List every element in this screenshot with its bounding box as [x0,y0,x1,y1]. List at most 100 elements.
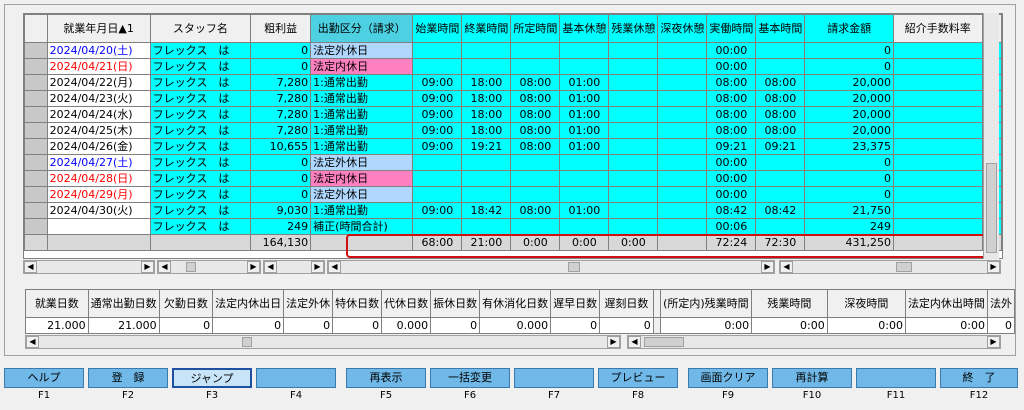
cell-date[interactable]: 2024/04/30(火) [46,202,151,219]
cell-selector[interactable] [24,218,48,235]
cell-start[interactable] [412,58,463,75]
scroll-right-icon[interactable]: ▶ [311,261,324,273]
cell-kubun[interactable]: 1:通常出勤 [310,74,414,91]
cell-date[interactable]: 2024/04/20(土) [46,42,151,59]
cell-kihon-break[interactable] [559,186,610,203]
fkey-button-f7[interactable] [514,368,594,388]
cell-date[interactable]: 2024/04/26(金) [46,138,151,155]
table-row[interactable]: 2024/04/27(土) フレックス は 0 法定外休日 00:00 0 [24,154,1002,171]
col-header-kihon-break[interactable]: 基本休憩 [559,14,610,43]
fkey-button-f3[interactable]: ジャンプ [172,368,252,388]
cell-end[interactable]: 18:00 [461,90,512,107]
cell-night-break[interactable] [657,42,708,59]
cell-selector[interactable] [24,138,48,155]
hscroll-profit[interactable]: ◀ ▶ [263,260,325,274]
cell-overtime-break[interactable] [608,202,659,219]
scroll-thumb[interactable] [896,262,912,272]
cell-fee-rate[interactable] [893,106,983,123]
cell-end[interactable] [461,218,512,235]
hscroll-summary-right[interactable]: ◀ ▶ [627,335,1001,349]
cell-date[interactable]: 2024/04/29(月) [46,186,151,203]
cell-kubun[interactable]: 1:通常出勤 [310,106,414,123]
cell-date[interactable]: 2024/04/24(水) [46,106,151,123]
cell-amount[interactable]: 21,750 [804,202,894,219]
table-row[interactable]: 2024/04/24(水) フレックス は 7,280 1:通常出勤 09:00 18:0… [24,106,1002,123]
table-row[interactable]: 2024/04/21(日) フレックス は 0 法定内休日 00:00 0 [24,58,1002,75]
cell-fee-rate[interactable] [893,202,983,219]
cell-overtime-break[interactable] [608,218,659,235]
fkey-button-f2[interactable]: 登 録 [88,368,168,388]
cell-start[interactable]: 09:00 [412,90,463,107]
cell-profit[interactable]: 0 [250,42,312,59]
cell-kubun[interactable]: 1:通常出勤 [310,90,414,107]
scroll-thumb[interactable] [644,337,684,347]
cell-amount[interactable]: 20,000 [804,106,894,123]
cell-overtime-break[interactable] [608,90,659,107]
cell-end[interactable] [461,42,512,59]
table-row[interactable]: 2024/04/23(火) フレックス は 7,280 1:通常出勤 09:00 18:0… [24,90,1002,107]
cell-kihon-break[interactable] [559,170,610,187]
cell-fee-rate[interactable] [893,170,983,187]
cell-kubun[interactable]: 法定外休日 [310,186,414,203]
cell-selector[interactable] [24,58,48,75]
fkey-button-f1[interactable]: ヘルプ [4,368,84,388]
scroll-left-icon[interactable]: ◀ [24,261,37,273]
cell-base-time[interactable] [755,170,806,187]
cell-end[interactable]: 18:00 [461,106,512,123]
cell-kubun[interactable]: 1:通常出勤 [310,138,414,155]
cell-base-time[interactable] [755,58,806,75]
cell-actual[interactable]: 00:00 [706,154,757,171]
scroll-thumb[interactable] [986,163,997,253]
scroll-left-icon[interactable]: ◀ [158,261,171,273]
cell-kihon-break[interactable]: 01:00 [559,74,610,91]
cell-shotei[interactable] [510,218,561,235]
fkey-button-f12[interactable]: 終 了 [940,368,1018,388]
cell-night-break[interactable] [657,58,708,75]
fkey-button-f4[interactable] [256,368,336,388]
scroll-right-icon[interactable]: ▶ [761,261,774,273]
cell-kihon-break[interactable] [559,42,610,59]
cell-overtime-break[interactable] [608,170,659,187]
cell-selector[interactable] [24,154,48,171]
scroll-right-icon[interactable]: ▶ [607,336,620,348]
fkey-button-f5[interactable]: 再表示 [346,368,426,388]
fkey-button-f10[interactable]: 再計算 [772,368,852,388]
cell-overtime-break[interactable] [608,154,659,171]
cell-shotei[interactable] [510,154,561,171]
cell-fee-rate[interactable] [893,58,983,75]
table-row[interactable]: 2024/04/25(木) フレックス は 7,280 1:通常出勤 09:00 18:0… [24,122,1002,139]
cell-selector[interactable] [24,74,48,91]
cell-kubun[interactable]: 1:通常出勤 [310,122,414,139]
cell-amount[interactable]: 0 [804,170,894,187]
cell-base-time[interactable]: 08:00 [755,74,806,91]
table-row[interactable]: 2024/04/22(月) フレックス は 7,280 1:通常出勤 09:00 18:0… [24,74,1002,91]
cell-kihon-break[interactable] [559,154,610,171]
cell-actual[interactable]: 08:00 [706,122,757,139]
cell-night-break[interactable] [657,106,708,123]
scroll-left-icon[interactable]: ◀ [628,336,641,348]
cell-staff[interactable]: フレックス は [149,58,252,75]
cell-start[interactable] [412,170,463,187]
cell-base-time[interactable] [755,154,806,171]
cell-shotei[interactable]: 08:00 [510,138,561,155]
cell-actual[interactable]: 00:00 [706,58,757,75]
cell-actual[interactable]: 00:00 [706,186,757,203]
cell-actual[interactable]: 08:00 [706,90,757,107]
cell-shotei[interactable]: 08:00 [510,74,561,91]
scroll-left-icon[interactable]: ◀ [780,261,793,273]
cell-kubun[interactable]: 法定外休日 [310,42,414,59]
cell-start[interactable]: 09:00 [412,106,463,123]
cell-start[interactable]: 09:00 [412,138,463,155]
scroll-left-icon[interactable]: ◀ [328,261,341,273]
cell-profit[interactable]: 0 [250,58,312,75]
col-header-kubun[interactable]: 出勤区分（請求） [310,14,414,43]
cell-start[interactable] [412,218,463,235]
col-header-base-time[interactable]: 基本時間 [755,14,806,43]
cell-start[interactable] [412,186,463,203]
cell-staff[interactable]: フレックス は [149,122,252,139]
cell-night-break[interactable] [657,218,708,235]
cell-profit[interactable]: 0 [250,154,312,171]
hscroll-times[interactable]: ◀ ▶ [327,260,775,274]
col-header-amount[interactable]: 請求金額 [804,14,894,43]
table-row[interactable]: フレックス は 249 補正(時間合計) 00:06 249 [24,218,1002,235]
